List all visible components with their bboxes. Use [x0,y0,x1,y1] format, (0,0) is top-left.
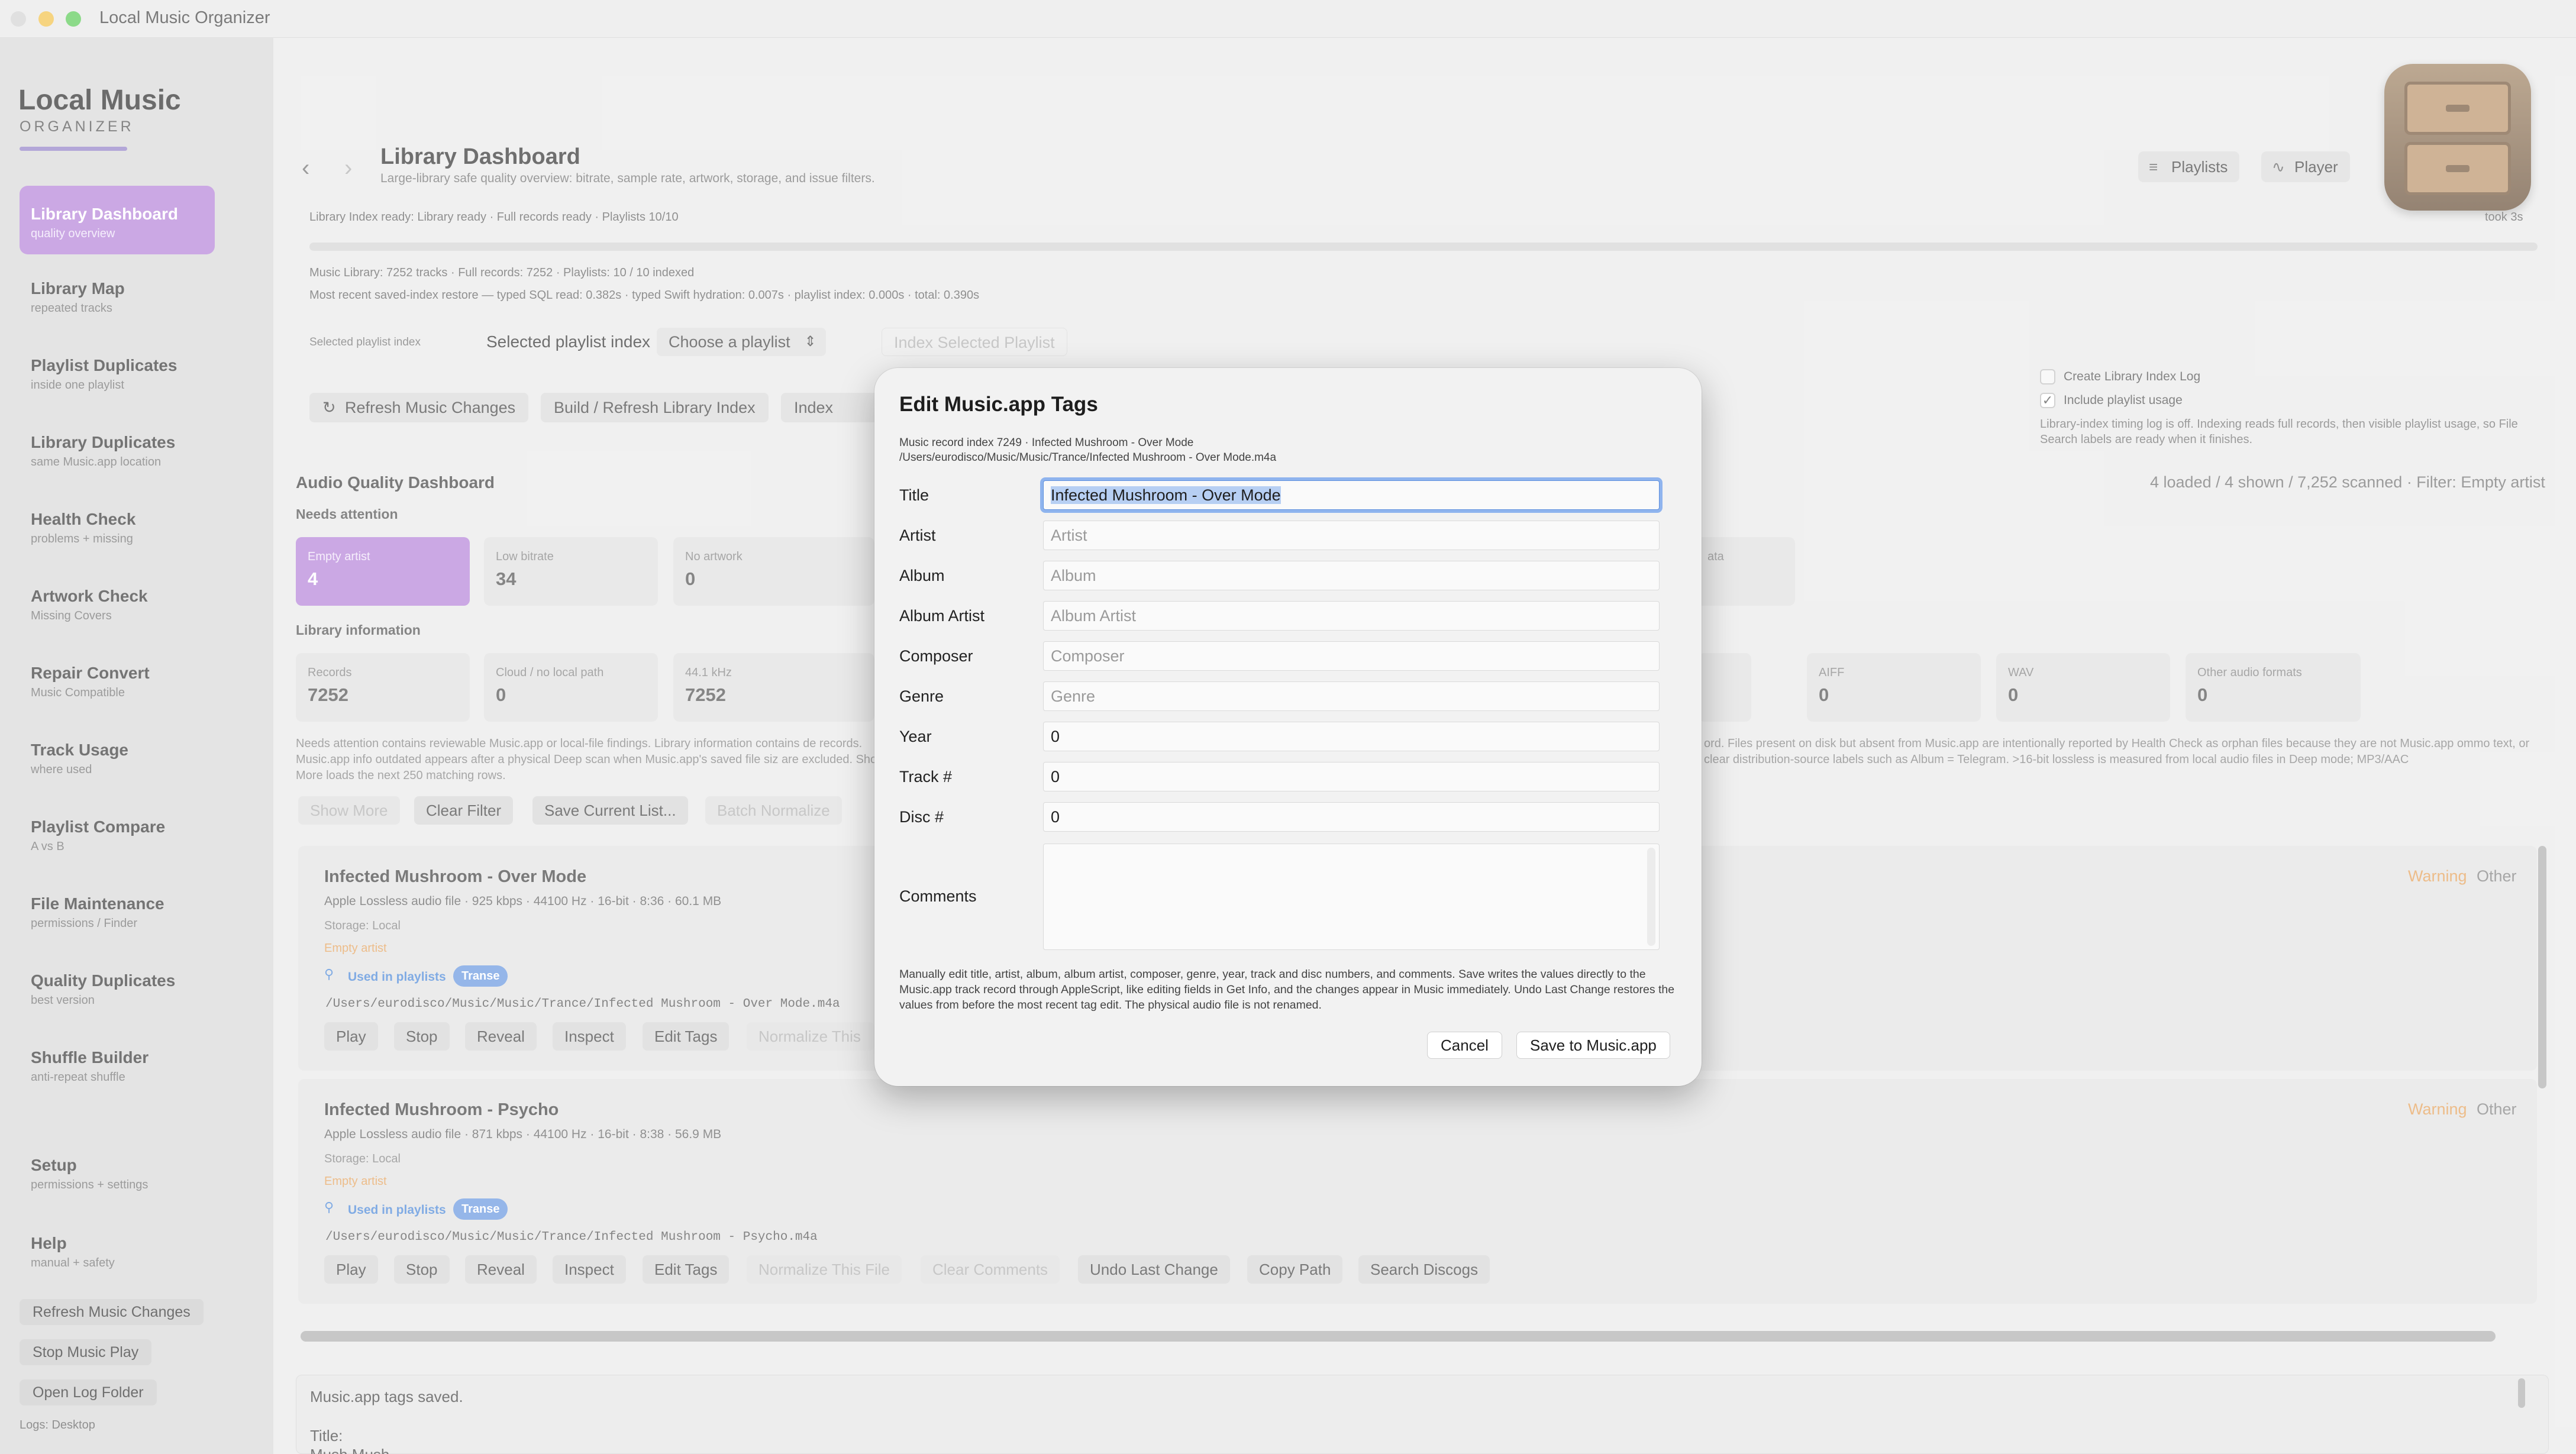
comments-field[interactable] [1043,844,1660,950]
comments-scrollbar[interactable] [1647,848,1655,946]
artist-field[interactable]: Artist [1043,521,1660,550]
album-artist-field[interactable]: Album Artist [1043,601,1660,631]
edit-tags-dialog: Edit Music.app Tags Music record index 7… [874,368,1702,1086]
year-field[interactable]: 0 [1043,722,1660,751]
album-artist-label: Album Artist [899,607,985,625]
save-to-music-app-button[interactable]: Save to Music.app [1516,1032,1670,1059]
album-field[interactable]: Album [1043,561,1660,590]
title-field[interactable]: Infected Mushroom - Over Mode [1043,480,1660,510]
genre-label: Genre [899,687,944,705]
disc-number-label: Disc # [899,808,944,826]
disc-number-field[interactable]: 0 [1043,802,1660,832]
artist-label: Artist [899,526,936,544]
track-number-field[interactable]: 0 [1043,762,1660,791]
year-label: Year [899,728,932,745]
dialog-record-path: /Users/eurodisco/Music/Music/Trance/Infe… [899,451,1277,464]
dialog-title: Edit Music.app Tags [899,393,1098,416]
album-label: Album [899,567,945,584]
dialog-note: Manually edit title, artist, album, albu… [899,968,1675,1012]
genre-field[interactable]: Genre [1043,681,1660,711]
composer-label: Composer [899,647,973,665]
track-number-label: Track # [899,768,953,786]
comments-label: Comments [899,887,977,905]
dialog-record-info: Music record index 7249 · Infected Mushr… [899,437,1194,449]
title-label: Title [899,486,929,504]
cancel-button[interactable]: Cancel [1427,1032,1502,1059]
composer-field[interactable]: Composer [1043,641,1660,671]
title-field-value: Infected Mushroom - Over Mode [1051,486,1281,504]
